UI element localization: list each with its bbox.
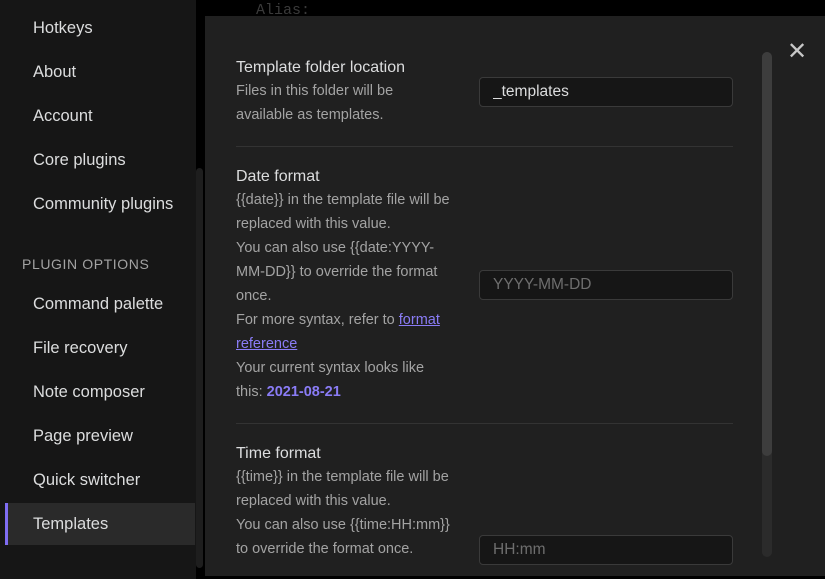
format-reference-link[interactable]: reference — [236, 336, 297, 352]
sidebar-item-note-composer[interactable]: Note composer — [5, 371, 195, 413]
description-line: {{date}} in the template file will be — [236, 192, 450, 208]
sidebar-item-label: Page preview — [33, 426, 133, 445]
sidebar-item-label: Quick switcher — [33, 470, 141, 489]
setting-name: Date format — [236, 168, 320, 185]
current-syntax-line: this: 2021-08-21 — [236, 380, 733, 404]
sidebar-item-label: Templates — [33, 514, 109, 533]
syntax-reference-line: For more syntax, refer to format — [236, 308, 733, 332]
format-reference-link[interactable]: format — [399, 312, 440, 328]
sidebar-section-heading: PLUGIN OPTIONS — [22, 256, 150, 272]
description-line: replaced with this value. — [236, 216, 391, 232]
description-line: replaced with this value. — [236, 493, 391, 509]
sidebar-scrollbar[interactable] — [196, 168, 203, 568]
syntax-prefix: For more syntax, refer to — [236, 312, 399, 328]
sidebar-item-account[interactable]: Account — [5, 95, 195, 137]
current-date-value: 2021-08-21 — [266, 384, 341, 400]
description-line: You can also use {{date:YYYY- — [236, 240, 435, 256]
sidebar-item-about[interactable]: About — [5, 51, 195, 93]
divider — [236, 423, 733, 424]
sidebar-item-quick-switcher[interactable]: Quick switcher — [5, 459, 195, 501]
sidebar-item-file-recovery[interactable]: File recovery — [5, 327, 195, 369]
sidebar-item-command-palette[interactable]: Command palette — [5, 283, 195, 325]
modal-scrollbar-thumb[interactable] — [762, 52, 772, 456]
sidebar-item-page-preview[interactable]: Page preview — [5, 415, 195, 457]
settings-modal: ✕ Template folder location Files in this… — [205, 16, 825, 576]
sidebar-item-label: Account — [33, 106, 93, 125]
settings-sidebar: Hotkeys About Account Core plugins Commu… — [0, 0, 196, 579]
sidebar-item-label: Core plugins — [33, 150, 126, 169]
setting-name: Template folder location — [236, 59, 405, 76]
current-syntax-prefix: this: — [236, 384, 267, 400]
setting-name: Time format — [236, 445, 321, 462]
description-line: You can also use {{time:HH:mm}} — [236, 517, 450, 533]
sidebar-item-label: About — [33, 62, 77, 81]
sidebar-item-label: Command palette — [33, 294, 164, 313]
sidebar-item-templates[interactable]: Templates — [5, 503, 195, 545]
date-format-input[interactable] — [479, 270, 733, 300]
template-folder-input[interactable] — [479, 77, 733, 107]
sidebar-item-core-plugins[interactable]: Core plugins — [5, 139, 195, 181]
description-line: {{time}} in the template file will be — [236, 469, 449, 485]
sidebar-item-community-plugins[interactable]: Community plugins — [5, 183, 195, 225]
time-format-input[interactable] — [479, 535, 733, 565]
sidebar-item-label: Community plugins — [33, 194, 174, 213]
sidebar-item-hotkeys[interactable]: Hotkeys — [5, 7, 195, 49]
sidebar-item-label: Note composer — [33, 382, 145, 401]
syntax-reference-line: reference — [236, 332, 733, 356]
close-icon[interactable]: ✕ — [785, 40, 809, 64]
sidebar-item-label: File recovery — [33, 338, 128, 357]
divider — [236, 146, 733, 147]
sidebar-item-label: Hotkeys — [33, 18, 93, 37]
description-line: Your current syntax looks like — [236, 360, 425, 376]
